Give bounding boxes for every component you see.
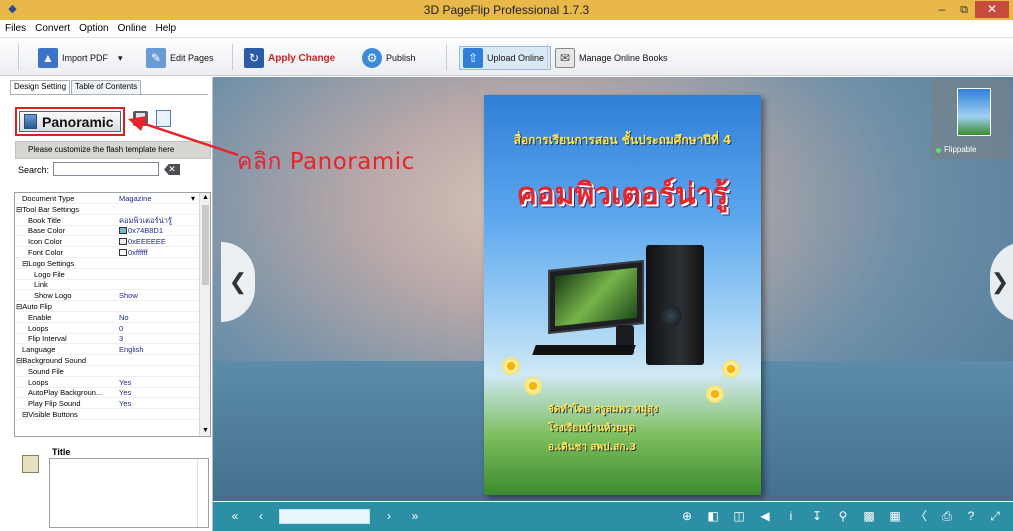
search-icon[interactable]: ⚲ [835, 508, 851, 524]
fullscreen-icon[interactable]: ◫ [731, 508, 747, 524]
download-icon[interactable]: ↧ [809, 508, 825, 524]
grid-view-icon[interactable]: ▦ [887, 508, 903, 524]
first-page-icon[interactable]: « [227, 508, 243, 524]
page-number-input[interactable] [279, 509, 370, 524]
thumbnails-icon[interactable]: ◧ [705, 508, 721, 524]
share-icon[interactable]: 〈 [913, 508, 929, 524]
zoom-in-icon[interactable]: ⊕ [679, 508, 695, 524]
last-page-icon[interactable]: » [407, 508, 423, 524]
flipbook-toolbar: « ‹ › » ⊕ ◧ ◫ ◀ i ↧ ⚲ ▩ ▦ 〈 ⎙ ? ⤢ [213, 502, 1013, 531]
next-page-icon[interactable]: › [381, 508, 397, 524]
annotation-arrow [128, 116, 239, 157]
expand-icon[interactable]: ⤢ [987, 508, 1003, 524]
annotation-text: คลิก Panoramic [237, 149, 415, 175]
bookmark-icon[interactable]: ▩ [861, 508, 877, 524]
print-icon[interactable]: ⎙ [939, 508, 955, 524]
help-icon[interactable]: ? [963, 508, 979, 524]
sound-icon[interactable]: ◀ [757, 508, 773, 524]
prev-page-icon[interactable]: ‹ [253, 508, 269, 524]
info-icon[interactable]: i [783, 508, 799, 524]
